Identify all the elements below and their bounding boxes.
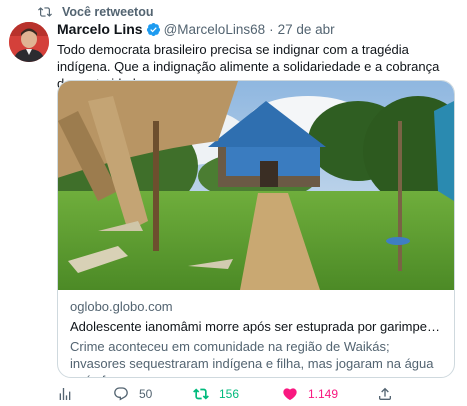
analytics-button[interactable] bbox=[57, 386, 73, 402]
reply-count: 50 bbox=[139, 387, 153, 401]
share-button[interactable] bbox=[377, 386, 393, 402]
retweet-count: 156 bbox=[219, 387, 240, 401]
retweet-icon bbox=[193, 386, 209, 402]
like-button[interactable]: 1.149 bbox=[282, 386, 338, 402]
tweet-header: Marcelo Lins @MarceloLins68 · 27 de abr bbox=[57, 20, 335, 38]
retweet-context-label: Você retweetou bbox=[62, 5, 154, 19]
verified-badge-icon bbox=[146, 22, 161, 37]
heart-icon bbox=[282, 386, 298, 402]
link-card-title: Adolescente ianomâmi morre após ser estu… bbox=[70, 319, 442, 334]
link-card-description: Crime aconteceu em comunidade na região … bbox=[70, 339, 434, 377]
reply-button[interactable]: 50 bbox=[113, 386, 152, 402]
author-name[interactable]: Marcelo Lins bbox=[57, 21, 143, 37]
like-count: 1.149 bbox=[308, 387, 339, 401]
tweet-actions: 50 156 1.149 bbox=[57, 384, 457, 404]
reply-icon bbox=[113, 386, 129, 402]
header-separator: · bbox=[269, 21, 274, 37]
bar-chart-icon bbox=[57, 386, 73, 402]
link-card-image bbox=[58, 81, 454, 290]
link-card[interactable]: oglobo.globo.com Adolescente ianomâmi mo… bbox=[57, 80, 455, 378]
share-icon bbox=[377, 386, 393, 402]
tweet-date[interactable]: 27 de abr bbox=[278, 22, 335, 37]
retweet-context[interactable]: Você retweetou bbox=[38, 4, 153, 20]
avatar[interactable] bbox=[9, 22, 49, 62]
link-card-domain: oglobo.globo.com bbox=[70, 299, 173, 314]
retweet-icon bbox=[38, 5, 52, 19]
author-handle[interactable]: @MarceloLins68 bbox=[164, 22, 266, 37]
retweet-button[interactable]: 156 bbox=[193, 386, 239, 402]
